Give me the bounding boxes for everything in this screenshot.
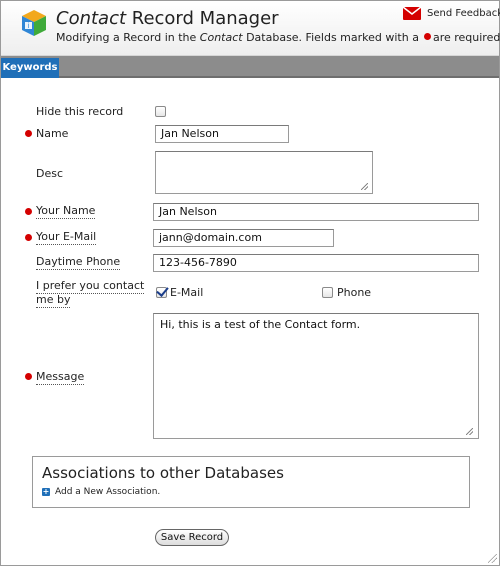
required-marker-icon xyxy=(423,33,431,40)
resize-grip-icon[interactable] xyxy=(361,183,368,190)
required-marker-icon xyxy=(25,373,32,380)
desc-textarea[interactable] xyxy=(155,151,373,194)
your-name-label: Your Name xyxy=(36,204,96,219)
phone-label: Daytime Phone xyxy=(36,255,121,270)
subtitle-database-name: Contact xyxy=(199,31,243,44)
contact-preference-line-2: me by xyxy=(36,293,71,308)
required-marker-icon xyxy=(25,208,32,215)
save-record-button[interactable]: Save Record xyxy=(155,529,229,546)
message-text: Hi, this is a test of the Contact form. xyxy=(160,318,361,331)
tab-keywords[interactable]: Keywords xyxy=(1,58,59,78)
resize-grip-icon[interactable] xyxy=(466,428,473,435)
title-suffix: Record Manager xyxy=(126,8,279,29)
svg-text:i: i xyxy=(28,22,30,30)
phone-label-text: Daytime Phone xyxy=(36,255,121,270)
associations-title: Associations to other Databases xyxy=(42,464,284,482)
app-logo-icon: i xyxy=(22,10,46,36)
associations-panel: Associations to other Databases + Add a … xyxy=(32,456,470,508)
your-name-label-text: Your Name xyxy=(36,204,96,219)
message-label: Message xyxy=(36,370,85,385)
phone-input[interactable]: 123-456-7890 xyxy=(153,254,479,272)
plus-icon: + xyxy=(42,487,50,496)
hide-record-label: Hide this record xyxy=(36,105,124,118)
tab-bar: Keywords xyxy=(1,56,499,78)
email-input[interactable]: jann@domain.com xyxy=(153,229,334,247)
your-name-input[interactable]: Jan Nelson xyxy=(153,203,479,221)
add-association-link[interactable]: + Add a New Association. xyxy=(42,487,160,497)
page-subtitle: Modifying a Record in the Contact Databa… xyxy=(56,31,500,44)
prefer-phone-label: Phone xyxy=(337,286,372,299)
name-label: Name xyxy=(36,127,69,140)
page-title: Contact Record Manager xyxy=(56,8,279,29)
subtitle-text-1: Modifying a Record in the xyxy=(56,31,200,44)
message-textarea[interactable]: Hi, this is a test of the Contact form. xyxy=(153,313,479,439)
subtitle-text-3: are required. xyxy=(432,31,500,44)
prefer-phone-checkbox[interactable] xyxy=(322,287,333,298)
mail-icon xyxy=(403,7,421,20)
prefer-email-checkbox[interactable] xyxy=(156,287,167,298)
email-label: Your E-Mail xyxy=(36,230,97,245)
record-manager-window: i Contact Record Manager Modifying a Rec… xyxy=(0,0,500,566)
header: i Contact Record Manager Modifying a Rec… xyxy=(1,1,500,56)
add-association-label: Add a New Association. xyxy=(55,487,161,497)
message-label-text: Message xyxy=(36,370,85,385)
contact-preference-label: I prefer you contact me by xyxy=(36,279,151,308)
subtitle-text-2: Database. Fields marked with a xyxy=(242,31,419,44)
email-label-text: Your E-Mail xyxy=(36,230,97,245)
contact-preference-line-1: I prefer you contact xyxy=(36,279,145,294)
title-database-name: Contact xyxy=(56,8,127,29)
send-feedback-label: Send Feedback xyxy=(427,8,500,19)
send-feedback-link[interactable]: Send Feedback xyxy=(403,7,500,20)
required-marker-icon xyxy=(25,234,32,241)
name-input[interactable]: Jan Nelson xyxy=(155,125,289,143)
hide-record-checkbox[interactable] xyxy=(155,106,166,117)
prefer-email-label: E-Mail xyxy=(170,286,204,299)
window-resize-icon[interactable] xyxy=(488,554,497,563)
required-marker-icon xyxy=(25,130,32,137)
desc-label: Desc xyxy=(36,167,64,180)
